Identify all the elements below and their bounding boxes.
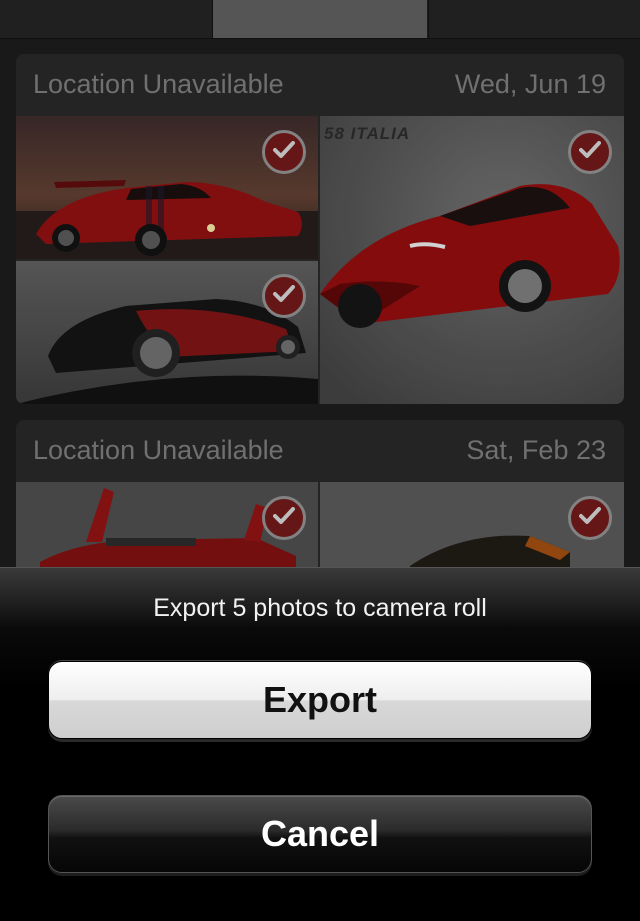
card-location: Location Unavailable xyxy=(33,435,284,465)
card-date: Sat, Feb 23 xyxy=(466,435,606,465)
segment-selected[interactable] xyxy=(213,0,427,38)
card-header: Location Unavailable Sat, Feb 23 xyxy=(16,420,624,482)
checkmark-icon xyxy=(579,506,601,530)
checkmark-icon xyxy=(579,140,601,164)
selected-checkmark-badge[interactable] xyxy=(262,496,306,540)
checkmark-icon xyxy=(273,506,295,530)
export-button[interactable]: Export xyxy=(48,661,592,739)
export-action-sheet: Export 5 photos to camera roll Export Ca… xyxy=(0,567,640,921)
checkmark-icon xyxy=(273,140,295,164)
card-location: Location Unavailable xyxy=(33,69,284,99)
cancel-button[interactable]: Cancel xyxy=(48,795,592,873)
selected-checkmark-badge[interactable] xyxy=(568,130,612,174)
segment-right[interactable] xyxy=(428,0,640,38)
photo-group-card: Location Unavailable Wed, Jun 19 58 ITAL… xyxy=(16,54,624,404)
selected-checkmark-badge[interactable] xyxy=(568,496,612,540)
top-segmented-bar xyxy=(0,0,640,39)
selected-checkmark-badge[interactable] xyxy=(262,130,306,174)
segment-left[interactable] xyxy=(0,0,213,38)
card-header: Location Unavailable Wed, Jun 19 xyxy=(16,54,624,116)
selected-checkmark-badge[interactable] xyxy=(262,274,306,318)
card-date: Wed, Jun 19 xyxy=(454,69,606,99)
checkmark-icon xyxy=(273,284,295,308)
action-sheet-title: Export 5 photos to camera roll xyxy=(153,594,487,622)
photo-caption: 58 ITALIA xyxy=(324,124,411,143)
